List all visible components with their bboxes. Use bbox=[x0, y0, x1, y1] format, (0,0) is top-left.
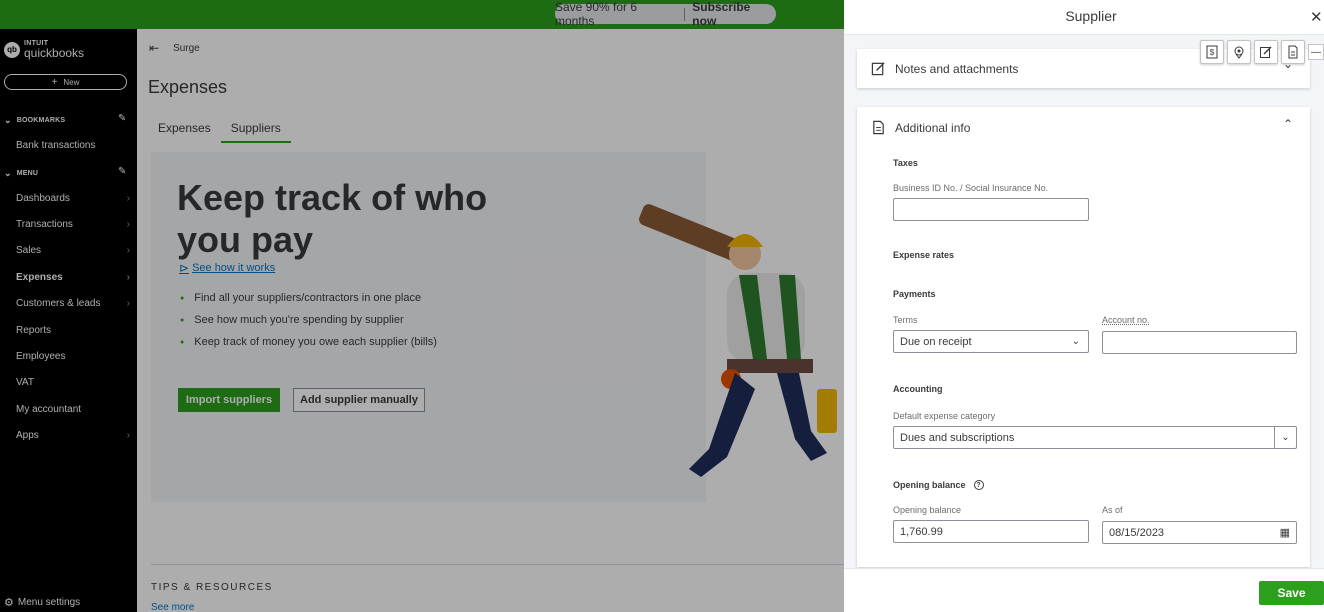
as-of-date-value: 08/15/2023 bbox=[1109, 526, 1165, 539]
additional-info-label: Additional info bbox=[895, 120, 971, 135]
opening-balance-heading-label: Opening balance bbox=[893, 480, 966, 490]
calendar-icon[interactable]: ▦ bbox=[1280, 526, 1290, 539]
modal-backdrop[interactable] bbox=[0, 0, 844, 612]
account-no-label: Account no. bbox=[1102, 315, 1150, 325]
document-icon[interactable] bbox=[1281, 40, 1305, 64]
default-expense-category-value: Dues and subscriptions bbox=[900, 431, 1015, 444]
document-icon bbox=[873, 120, 884, 135]
taxes-heading: Taxes bbox=[893, 158, 918, 168]
dollar-doc-icon[interactable]: $ bbox=[1200, 40, 1224, 64]
additional-info-header[interactable]: Additional info bbox=[871, 120, 970, 135]
close-icon[interactable]: ✕ bbox=[1310, 8, 1323, 26]
business-id-input[interactable] bbox=[893, 198, 1089, 221]
terms-value: Due on receipt bbox=[900, 335, 972, 348]
expense-rates-heading: Expense rates bbox=[893, 250, 955, 260]
default-expense-category-label: Default expense category bbox=[893, 411, 996, 421]
opening-balance-heading: Opening balance ? bbox=[893, 480, 984, 490]
as-of-date-input[interactable]: 08/15/2023 ▦ bbox=[1102, 521, 1297, 544]
edit-icon[interactable] bbox=[1254, 40, 1278, 64]
default-expense-category-select[interactable]: Dues and subscriptions ⌄ bbox=[893, 426, 1297, 449]
location-pin-icon[interactable] bbox=[1227, 40, 1251, 64]
notes-attachments-header[interactable]: Notes and attachments bbox=[871, 61, 1018, 76]
terms-label: Terms bbox=[893, 315, 918, 325]
as-of-label: As of bbox=[1102, 505, 1123, 515]
edit-note-icon bbox=[871, 62, 885, 76]
chevron-down-icon: ⌄ bbox=[1071, 336, 1080, 347]
terms-select[interactable]: Due on receipt ⌄ bbox=[893, 330, 1089, 353]
supplier-drawer: Supplier ✕ Notes and attachments ⌄ Addit… bbox=[844, 0, 1324, 612]
svg-text:$: $ bbox=[1210, 48, 1215, 57]
chevron-down-icon[interactable]: ⌄ bbox=[1274, 427, 1296, 448]
opening-balance-label: Opening balance bbox=[893, 505, 962, 515]
help-icon[interactable]: ? bbox=[973, 480, 984, 490]
account-no-input[interactable] bbox=[1102, 331, 1297, 354]
drawer-header: Supplier ✕ bbox=[844, 0, 1324, 35]
chevron-up-icon[interactable]: ⌃ bbox=[1283, 117, 1293, 131]
additional-info-card: Additional info ⌃ Taxes Business ID No. … bbox=[857, 107, 1310, 567]
drawer-footer: Save bbox=[844, 568, 1324, 612]
notes-attachments-label: Notes and attachments bbox=[895, 61, 1019, 76]
business-id-label: Business ID No. / Social Insurance No. bbox=[893, 183, 1049, 193]
minimize-icon[interactable]: — bbox=[1308, 44, 1324, 60]
drawer-title: Supplier bbox=[1065, 8, 1117, 24]
save-button[interactable]: Save bbox=[1259, 581, 1324, 605]
floating-toolbar: $ — bbox=[1200, 40, 1324, 64]
accounting-heading: Accounting bbox=[893, 384, 943, 394]
drawer-body[interactable]: Notes and attachments ⌄ Additional info … bbox=[844, 35, 1324, 568]
payments-heading: Payments bbox=[893, 289, 936, 299]
opening-balance-input[interactable]: 1,760.99 bbox=[893, 520, 1089, 543]
